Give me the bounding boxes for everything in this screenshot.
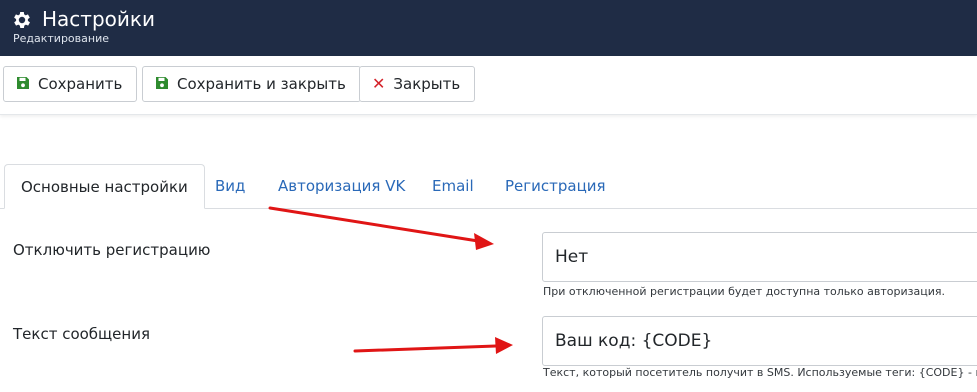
message-text-hint: Текст, который посетитель получит в SMS.… xyxy=(543,366,977,379)
tab-email[interactable]: Email xyxy=(432,164,474,208)
close-icon: ✕ xyxy=(372,73,386,93)
tab-view[interactable]: Вид xyxy=(215,164,245,208)
toolbar: Сохранить Сохранить и закрыть ✕ Закрыть xyxy=(0,56,977,115)
save-and-close-button-label: Сохранить и закрыть xyxy=(177,75,346,93)
gear-icon xyxy=(14,12,30,28)
save-button-label: Сохранить xyxy=(38,75,123,93)
page-title: Настройки xyxy=(42,7,155,31)
tab-vk-auth[interactable]: Авторизация VK xyxy=(278,164,405,208)
settings-tabs: Основные настройки Вид Авторизация VK Em… xyxy=(0,164,977,209)
floppy-disk-icon xyxy=(156,76,168,89)
disable-registration-select[interactable]: Нет xyxy=(542,232,977,282)
annotation-arrow xyxy=(353,337,513,354)
tab-registration[interactable]: Регистрация xyxy=(505,164,606,208)
close-button-label: Закрыть xyxy=(393,75,461,93)
app-header: Настройки Редактирование xyxy=(0,0,977,56)
save-button[interactable]: Сохранить xyxy=(3,66,138,102)
message-text-input[interactable]: Ваш код: {CODE} xyxy=(542,316,977,366)
message-text-label: Текст сообщения xyxy=(13,325,150,343)
page-subtitle: Редактирование xyxy=(13,32,109,45)
disable-registration-label: Отключить регистрацию xyxy=(13,241,211,259)
close-button[interactable]: ✕ Закрыть xyxy=(359,66,476,102)
save-and-close-button[interactable]: Сохранить и закрыть xyxy=(142,66,361,102)
tab-main-settings[interactable]: Основные настройки xyxy=(4,164,205,209)
disable-registration-hint: При отключенной регистрации будет доступ… xyxy=(543,285,945,298)
floppy-disk-icon xyxy=(17,76,29,89)
annotation-arrow xyxy=(268,206,494,250)
